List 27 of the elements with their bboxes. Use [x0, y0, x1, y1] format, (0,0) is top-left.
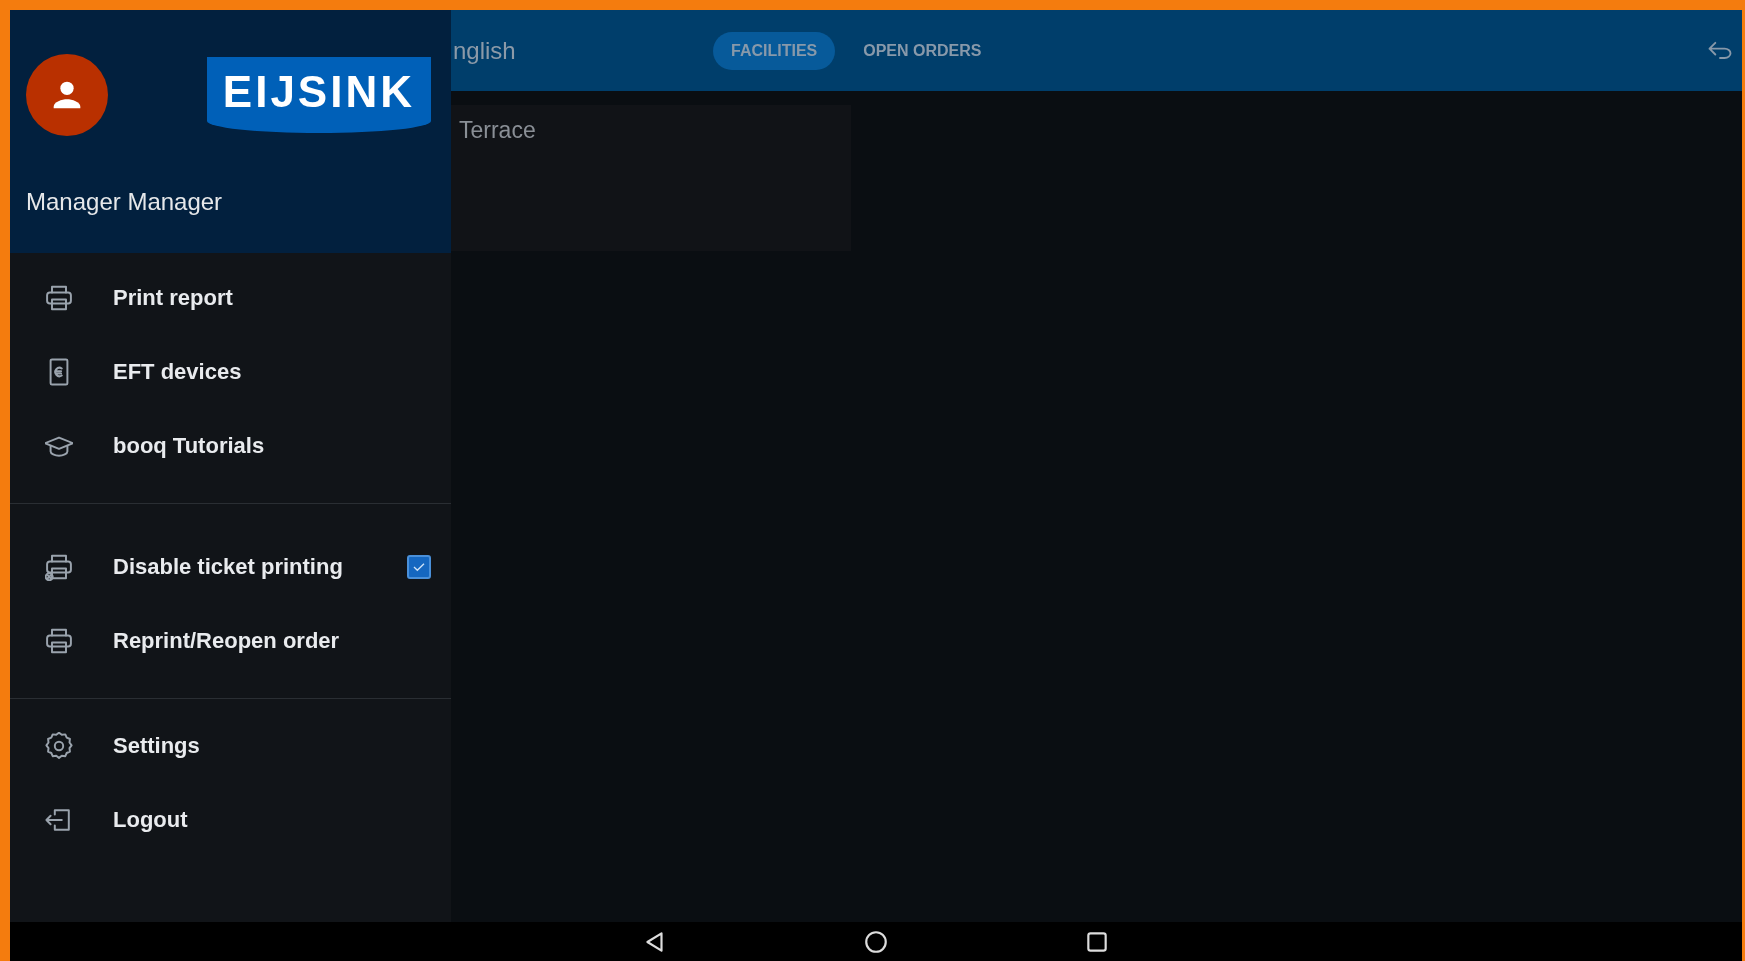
menu-item[interactable]: Reprint/Reopen order	[10, 604, 451, 678]
printer-cross-icon	[45, 553, 73, 581]
menu-item[interactable]: Print report	[10, 261, 451, 335]
checkbox[interactable]	[407, 555, 431, 579]
logout-icon	[45, 806, 73, 834]
menu-label: booq Tutorials	[113, 433, 266, 459]
facility-name: Terrace	[459, 117, 536, 143]
menu-label: Reprint/Reopen order	[113, 628, 341, 654]
printer-icon	[45, 284, 73, 312]
menu-label: EFT devices	[113, 359, 243, 385]
menu-label: Logout	[113, 807, 189, 833]
facility-card[interactable]: Terrace	[451, 105, 851, 251]
menu-item[interactable]: Logout	[10, 783, 451, 857]
language-title: nglish	[453, 36, 517, 65]
menu-label: Print report	[113, 285, 234, 311]
menu-item[interactable]: EFT devices	[10, 335, 451, 409]
printer-icon	[45, 627, 73, 655]
user-name: Manager Manager	[26, 188, 224, 216]
menu-item[interactable]: Settings	[10, 709, 451, 783]
tab[interactable]: OPEN ORDERS	[845, 31, 1000, 70]
logo: EIJSINK	[206, 57, 431, 133]
settings-icon	[45, 732, 73, 760]
menu-item[interactable]: booq Tutorials	[10, 409, 451, 483]
menu-label: Settings	[113, 733, 201, 759]
menu-label: Disable ticket printing	[113, 554, 344, 580]
menu-item[interactable]: Disable ticket printing	[10, 530, 451, 604]
home-icon[interactable]	[863, 928, 889, 955]
